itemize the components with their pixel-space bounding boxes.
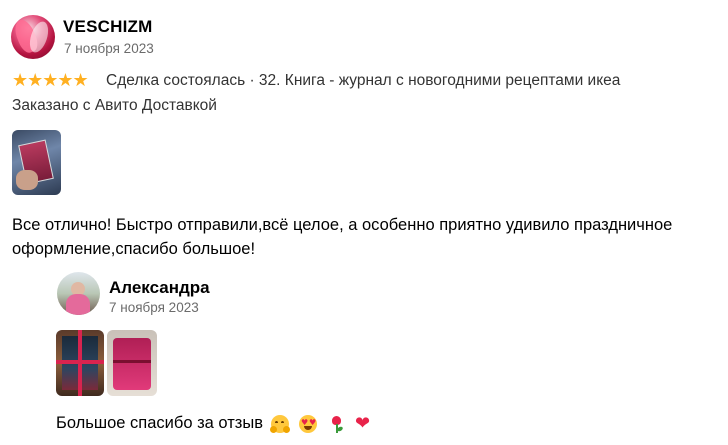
hugging-face-icon — [270, 415, 290, 433]
reply-photo-1[interactable] — [56, 330, 104, 396]
ribbon — [113, 360, 151, 363]
seller-name[interactable]: Александра — [109, 278, 210, 298]
delivery-info: Заказано с Авито Доставкой — [12, 97, 217, 114]
reply-photo-2[interactable] — [107, 330, 157, 396]
gift-package — [113, 338, 151, 390]
tulip-icon — [327, 415, 345, 433]
deal-status: Сделка состоялась · 32. Книга - журнал с… — [106, 72, 621, 89]
review-photo[interactable] — [12, 130, 61, 195]
ribbon — [78, 330, 82, 396]
reply-date: 7 ноября 2023 — [109, 300, 199, 315]
star-rating: ★★★★★ — [12, 70, 89, 90]
red-heart-icon: ❤ — [355, 413, 371, 434]
review-text: Все отлично! Быстро отправили,всё целое,… — [12, 216, 673, 258]
reviewer-name[interactable]: VESCHIZM — [63, 17, 152, 37]
avatar-person-body — [66, 294, 90, 315]
reply-text: Большое спасибо за отзыв — [56, 414, 263, 432]
reviewer-avatar[interactable] — [11, 15, 55, 59]
hand-thumbnail — [16, 170, 38, 190]
review-date: 7 ноября 2023 — [64, 41, 154, 56]
reply-emojis: ♥ ♥ ❤ — [270, 413, 373, 434]
heart-eyes-face-icon: ♥ ♥ — [299, 415, 317, 433]
seller-avatar[interactable] — [57, 272, 100, 315]
